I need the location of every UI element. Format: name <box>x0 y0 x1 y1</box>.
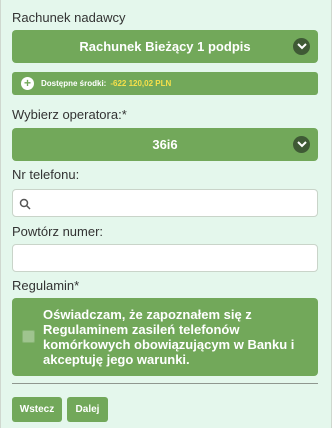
phone-label: Nr telefonu: <box>12 167 80 182</box>
search-icon <box>19 197 31 210</box>
operator-select[interactable]: 36i6 <box>12 128 318 161</box>
sender-account-select[interactable]: Rachunek Bieżący 1 podpis <box>12 30 318 63</box>
terms-checkbox[interactable] <box>22 330 35 343</box>
available-funds-label: Dostępne środki: <box>41 79 107 88</box>
terms-panel: Oświadczam, że zapoznałem się z Regulami… <box>12 298 318 376</box>
terms-text[interactable]: Oświadczam, że zapoznałem się z Regulami… <box>43 307 308 367</box>
sender-account-value: Rachunek Bieżący 1 podpis <box>79 39 251 54</box>
back-button[interactable]: Wstecz <box>12 397 62 422</box>
chevron-down-icon[interactable] <box>293 38 310 55</box>
divider <box>12 383 318 384</box>
terms-label: Regulamin* <box>12 278 80 293</box>
chevron-down-icon[interactable] <box>293 136 310 153</box>
operator-value: 36i6 <box>152 137 178 152</box>
repeat-number-input[interactable] <box>12 244 318 272</box>
sender-account-label: Rachunek nadawcy <box>12 10 126 25</box>
operator-label: Wybierz operatora:* <box>12 107 127 122</box>
available-funds-value: -622 120,02 PLN <box>110 79 172 88</box>
recharge-form: Rachunek nadawcy Rachunek Bieżący 1 podp… <box>0 0 332 428</box>
phone-input[interactable] <box>12 189 318 217</box>
plus-icon[interactable]: + <box>21 77 34 90</box>
repeat-number-label: Powtórz numer: <box>12 224 104 239</box>
next-button[interactable]: Dalej <box>67 397 108 422</box>
available-funds-bar: + Dostępne środki: -622 120,02 PLN <box>12 72 318 95</box>
